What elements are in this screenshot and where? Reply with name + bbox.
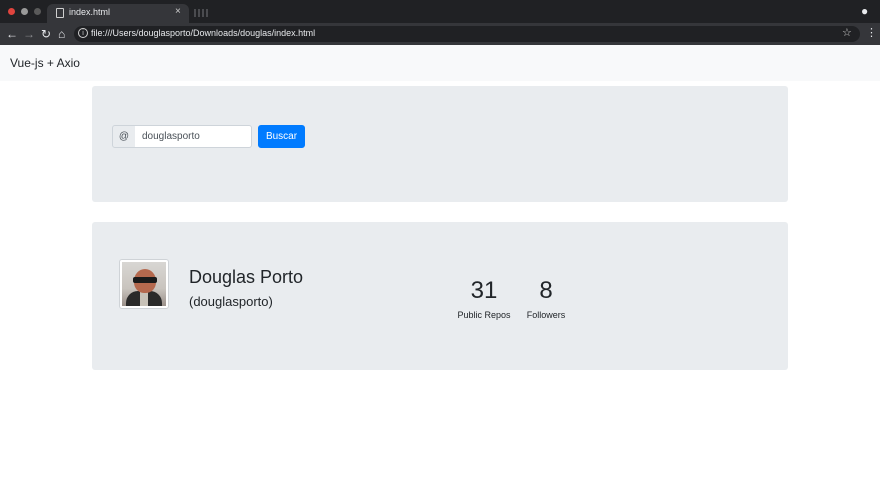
navbar: Vue-js + Axio [0,45,880,81]
stat-public-repos: 31 Public Repos [454,277,514,320]
stat-followers: 8 Followers [522,277,570,320]
navbar-brand[interactable]: Vue-js + Axio [10,56,80,70]
address-bar[interactable]: i file:///Users/douglasporto/Downloads/d… [74,26,860,42]
search-input[interactable] [135,125,252,148]
reload-icon[interactable]: ↻ [41,25,51,43]
avatar-photo [122,262,166,306]
browser-toolbar: ← → ↻ ⌂ i file:///Users/douglasporto/Dow… [0,23,880,45]
menu-icon[interactable]: ⋮ [866,25,877,41]
window-close-button[interactable] [8,8,15,15]
public-repos-label: Public Repos [457,310,511,320]
address-url[interactable]: file:///Users/douglasporto/Downloads/dou… [91,28,315,38]
browser-titlebar: index.html × ● [0,0,880,23]
followers-count: 8 [539,277,553,304]
profile-username: (douglasporto) [189,294,273,309]
browser-tab[interactable]: index.html × [47,4,189,23]
window-maximize-button[interactable] [34,8,41,15]
followers-label: Followers [526,310,566,320]
search-panel: @ Buscar [92,86,788,202]
incognito-icon[interactable]: ● [861,4,868,18]
back-arrow-icon[interactable]: ← [6,25,18,43]
star-icon[interactable]: ☆ [842,26,852,39]
search-button[interactable]: Buscar [258,125,305,148]
profile-name: Douglas Porto [189,267,304,287]
forward-arrow-icon[interactable]: → [23,25,35,43]
tab-title: index.html [69,7,111,17]
profile-panel: Douglas Porto (douglasporto) 31 Public R… [92,222,788,370]
new-tab-button[interactable] [194,9,208,17]
avatar [119,259,169,309]
file-icon [56,8,64,18]
at-prefix: @ [112,125,136,148]
info-icon[interactable]: i [78,28,88,38]
public-repos-count: 31 [470,277,498,304]
home-icon[interactable]: ⌂ [58,25,65,43]
window-minimize-button[interactable] [21,8,28,15]
tab-close-icon[interactable]: × [175,6,181,17]
